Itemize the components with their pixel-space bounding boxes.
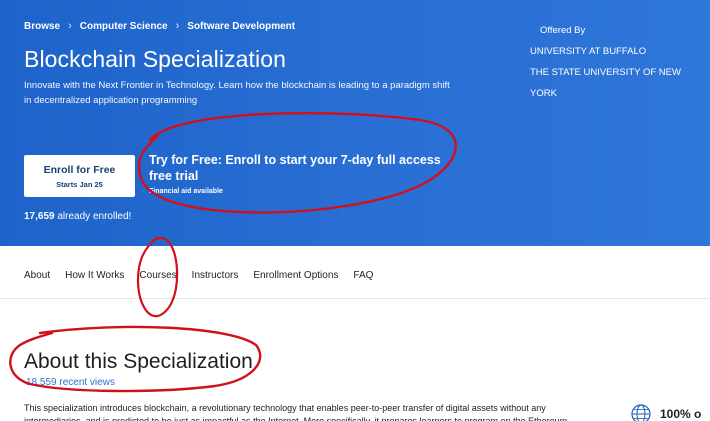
offered-by-org-buffalo[interactable]: UNIVERSITY AT BUFFALO [530, 41, 710, 62]
tab-faq[interactable]: FAQ [353, 270, 373, 281]
financial-aid-link[interactable]: Financial aid available [149, 188, 459, 195]
chevron-right-icon: › [175, 20, 180, 32]
hero-description: Innovate with the Next Frontier in Techn… [24, 80, 450, 106]
page-title: Blockchain Specialization [24, 46, 287, 72]
tab-about[interactable]: About [24, 270, 50, 281]
breadcrumb-computer-science[interactable]: Computer Science [80, 21, 168, 32]
hero-banner: Browse › Computer Science › Software Dev… [0, 0, 710, 246]
tab-courses[interactable]: Courses [139, 270, 176, 281]
offered-by-org-suny[interactable]: THE STATE UNIVERSITY OF NEW YORK [530, 62, 710, 104]
breadcrumb-software-development[interactable]: Software Development [187, 21, 295, 32]
about-text: This specialization introduces blockchai… [24, 403, 568, 421]
about-heading: About this Specialization [24, 350, 253, 373]
breadcrumb-browse[interactable]: Browse [24, 21, 60, 32]
chevron-right-icon: › [68, 20, 72, 32]
enroll-button-label: Enroll for Free [43, 163, 116, 176]
tab-instructors[interactable]: Instructors [192, 270, 239, 281]
enrolled-number: 17,659 [24, 211, 55, 222]
tab-how-it-works[interactable]: How It Works [65, 270, 124, 281]
tab-enrollment-options[interactable]: Enrollment Options [253, 270, 338, 281]
enrolled-count: 17,659 already enrolled! [24, 211, 131, 222]
section-tabs: About How It Works Courses Instructors E… [24, 270, 388, 281]
offered-by-label: Offered By [540, 25, 586, 36]
offered-by: Offered By UNIVERSITY AT BUFFALO THE STA… [530, 20, 710, 104]
breadcrumb: Browse › Computer Science › Software Dev… [24, 20, 295, 32]
free-trial-headline: Try for Free: Enroll to start your 7-day… [149, 153, 441, 183]
enroll-button[interactable]: Enroll for Free Starts Jan 25 [24, 155, 135, 197]
enrolled-suffix: already enrolled! [57, 211, 132, 222]
enroll-start-date: Starts Jan 25 [56, 179, 103, 189]
recent-views: 18,559 recent views [26, 377, 115, 388]
side-stat-value: 100% o [660, 407, 702, 421]
tabs-divider [0, 298, 710, 299]
globe-icon [631, 404, 651, 421]
side-stat: 100% o [630, 403, 701, 421]
free-trial-info: Try for Free: Enroll to start your 7-day… [149, 152, 459, 195]
